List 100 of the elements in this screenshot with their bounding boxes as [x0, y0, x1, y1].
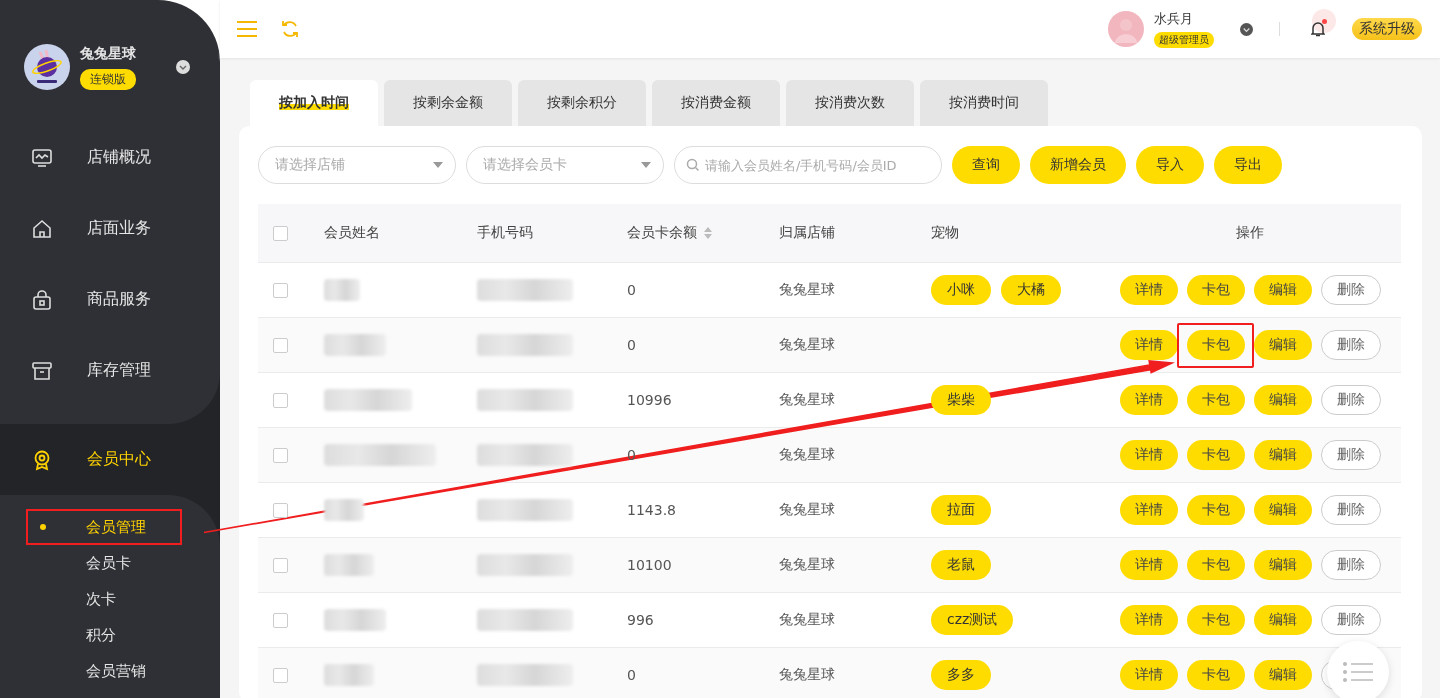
- action-button[interactable]: 详情: [1119, 440, 1178, 470]
- action-button[interactable]: 卡包: [1186, 495, 1245, 525]
- user-name: 水兵月: [1154, 10, 1194, 28]
- action-button[interactable]: 删除: [1320, 550, 1381, 580]
- action-button[interactable]: 卡包: [1186, 385, 1245, 415]
- table-cell: 10100: [627, 557, 672, 573]
- caret-icon: [641, 162, 651, 168]
- table-cell: 0: [627, 667, 636, 683]
- menu-item[interactable]: 店面业务: [0, 193, 220, 264]
- action-button[interactable]: 编辑: [1253, 550, 1312, 580]
- action-button[interactable]: 详情: [1119, 550, 1178, 580]
- submenu-item[interactable]: 积分: [28, 620, 116, 650]
- submenu-item[interactable]: 会员卡: [28, 548, 131, 578]
- toolbar-button[interactable]: 新增会员: [1030, 146, 1126, 184]
- role-badge: 超级管理员: [1154, 32, 1214, 48]
- logo-icon: [24, 44, 70, 90]
- table-cell: 兔兔星球: [779, 666, 835, 682]
- action-button[interactable]: 详情: [1119, 605, 1178, 635]
- avatar[interactable]: [1108, 11, 1144, 47]
- table-cell: 兔兔星球: [779, 611, 835, 627]
- action-button[interactable]: 编辑: [1253, 605, 1312, 635]
- pet-tag: 柴柴: [931, 385, 991, 415]
- refresh-icon[interactable]: [280, 19, 300, 39]
- action-button[interactable]: 删除: [1320, 330, 1381, 360]
- action-button[interactable]: 编辑: [1253, 275, 1312, 305]
- list-icon: [1342, 661, 1374, 683]
- toolbar-button[interactable]: 导出: [1214, 146, 1282, 184]
- table-cell: 兔兔星球: [779, 556, 835, 572]
- checkbox[interactable]: [273, 337, 288, 353]
- table-cell: 0: [627, 337, 636, 353]
- upgrade-button[interactable]: 系统升级: [1352, 18, 1422, 40]
- edition-badge: 连锁版: [80, 68, 136, 90]
- checkbox[interactable]: [273, 282, 288, 298]
- action-button[interactable]: 卡包: [1186, 275, 1245, 305]
- menu-item[interactable]: 店铺概况: [0, 122, 220, 193]
- table-cell: 兔兔星球: [779, 501, 835, 517]
- checkbox[interactable]: [273, 447, 288, 463]
- sort-icon[interactable]: [703, 226, 713, 240]
- search-icon: [686, 158, 700, 172]
- action-button[interactable]: 删除: [1320, 275, 1381, 305]
- action-button[interactable]: 编辑: [1253, 660, 1312, 690]
- toolbar-button[interactable]: 导入: [1136, 146, 1204, 184]
- menu-icon[interactable]: [236, 20, 258, 38]
- column-header: 操作: [1236, 224, 1264, 242]
- caret-icon: [433, 162, 443, 168]
- table-cell: 0: [627, 282, 636, 298]
- submenu-item[interactable]: 次卡: [28, 584, 116, 614]
- action-button[interactable]: 编辑: [1253, 330, 1312, 360]
- bell-icon[interactable]: [1311, 21, 1325, 37]
- pet-tag: 多多: [931, 660, 991, 690]
- column-header: 归属店铺: [779, 224, 835, 242]
- search-field[interactable]: 请输入会员姓名/手机号码/会员ID: [674, 146, 942, 184]
- action-button[interactable]: 详情: [1119, 660, 1178, 690]
- action-button[interactable]: 编辑: [1253, 385, 1312, 415]
- checkbox[interactable]: [273, 557, 288, 573]
- checkbox[interactable]: [273, 667, 288, 683]
- submenu-item[interactable]: 会员营销: [28, 656, 146, 686]
- action-button[interactable]: 详情: [1119, 330, 1178, 360]
- tab[interactable]: 按剩余金额: [384, 80, 512, 126]
- checkbox[interactable]: [273, 502, 288, 518]
- column-header: 手机号码: [477, 224, 533, 242]
- checkbox[interactable]: [273, 612, 288, 628]
- checkbox[interactable]: [273, 225, 288, 241]
- action-button[interactable]: 详情: [1119, 275, 1178, 305]
- blurred-text: [324, 609, 386, 631]
- action-button[interactable]: 卡包: [1186, 660, 1245, 690]
- tab[interactable]: 按消费次数: [786, 80, 914, 126]
- table-cell: 10996: [627, 392, 672, 408]
- action-button[interactable]: 删除: [1320, 440, 1381, 470]
- chevron-down-icon[interactable]: [176, 60, 190, 74]
- action-button[interactable]: 卡包: [1186, 550, 1245, 580]
- tab[interactable]: 按消费时间: [920, 80, 1048, 126]
- menu-item[interactable]: 商品服务: [0, 264, 220, 335]
- tab[interactable]: 按消费金额: [652, 80, 780, 126]
- action-button[interactable]: 详情: [1119, 495, 1178, 525]
- column-header: 会员卡余额: [627, 224, 697, 242]
- action-button[interactable]: 详情: [1119, 385, 1178, 415]
- menu-item[interactable]: 库存管理: [0, 335, 220, 406]
- checkbox[interactable]: [273, 392, 288, 408]
- action-button[interactable]: 卡包: [1186, 440, 1245, 470]
- blurred-text: [324, 664, 374, 686]
- pet-tag: 老鼠: [931, 550, 991, 580]
- column-header: 会员姓名: [324, 224, 380, 242]
- action-button[interactable]: 删除: [1320, 495, 1381, 525]
- action-button[interactable]: 卡包: [1186, 330, 1245, 360]
- action-button[interactable]: 删除: [1320, 385, 1381, 415]
- chevron-down-icon[interactable]: [1240, 22, 1253, 36]
- table-cell: 兔兔星球: [779, 391, 835, 407]
- table-cell: 996: [627, 612, 654, 628]
- table-cell: 兔兔星球: [779, 446, 835, 462]
- submenu-item[interactable]: 会员管理: [28, 512, 146, 542]
- toolbar-button[interactable]: 查询: [952, 146, 1020, 184]
- table-cell: 兔兔星球: [779, 336, 835, 352]
- table-cell: 兔兔星球: [779, 281, 835, 297]
- tab[interactable]: 按剩余积分: [518, 80, 646, 126]
- action-button[interactable]: 卡包: [1186, 605, 1245, 635]
- action-button[interactable]: 删除: [1320, 605, 1381, 635]
- action-button[interactable]: 编辑: [1253, 440, 1312, 470]
- pet-tag: 拉面: [931, 495, 991, 525]
- action-button[interactable]: 编辑: [1253, 495, 1312, 525]
